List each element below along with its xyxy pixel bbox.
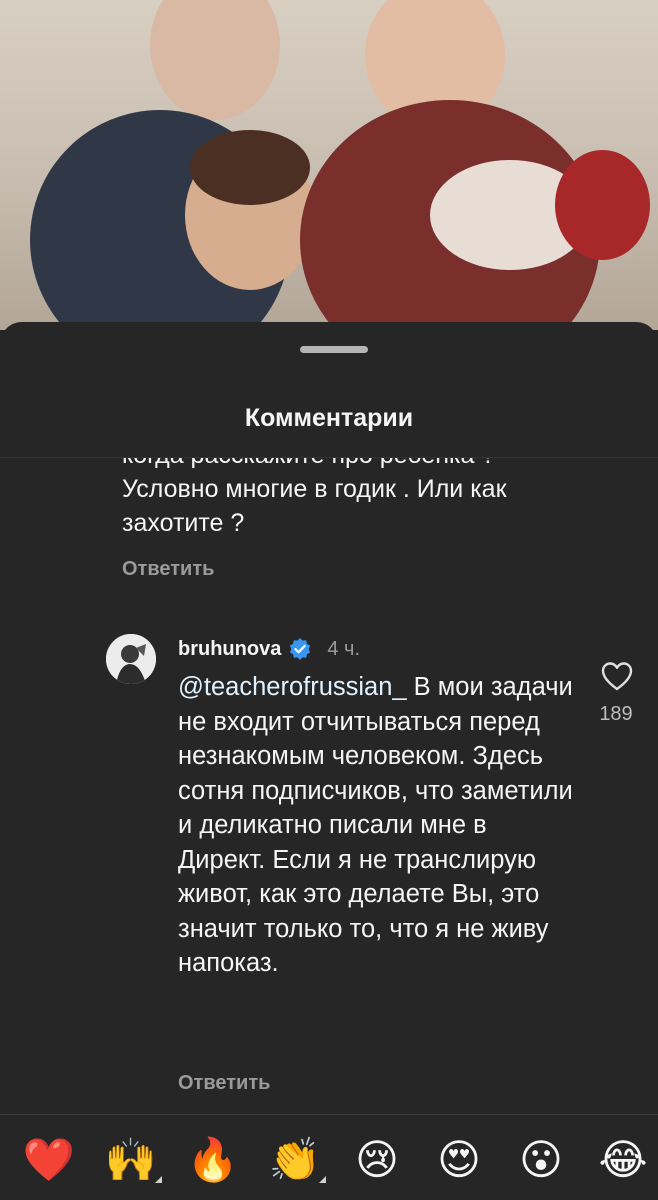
reply-button[interactable]: Ответить bbox=[178, 1072, 270, 1095]
emoji-reaction-bar: ❤️ 🙌 🔥 👏 😢 😍 😮 😂 bbox=[0, 1115, 658, 1200]
raising-hands-emoji[interactable]: 🙌 bbox=[104, 1133, 162, 1187]
fire-emoji[interactable]: 🔥 bbox=[186, 1133, 240, 1187]
surprised-face-emoji[interactable]: 😮 bbox=[514, 1133, 568, 1187]
like-count: 189 bbox=[599, 703, 633, 725]
comment-list[interactable]: когда расскажите про ребенка ? Условно м… bbox=[0, 458, 658, 1114]
username[interactable]: bruhunova bbox=[178, 638, 281, 661]
comments-sheet: Комментарии когда расскажите про ребенка… bbox=[0, 322, 658, 1200]
post-photo bbox=[0, 0, 658, 330]
heart-icon[interactable] bbox=[600, 660, 634, 692]
previous-comment-text: когда расскажите про ребенка ? Условно м… bbox=[122, 458, 507, 537]
comment-time: 4 ч. bbox=[327, 637, 360, 660]
comment-meta: bruhunova 4 ч. bbox=[178, 636, 360, 662]
sheet-title: Комментарии bbox=[244, 404, 414, 432]
drag-handle[interactable] bbox=[300, 346, 368, 353]
tears-of-joy-emoji[interactable]: 😂 bbox=[596, 1133, 650, 1187]
avatar[interactable] bbox=[106, 634, 156, 684]
mention-link[interactable]: @teacherofrussian_ bbox=[178, 673, 407, 701]
heart-eyes-emoji[interactable]: 😍 bbox=[432, 1133, 486, 1187]
heart-emoji[interactable]: ❤️ bbox=[22, 1133, 76, 1187]
clapping-hands-emoji[interactable]: 👏 bbox=[268, 1133, 326, 1187]
previous-reply-button[interactable]: Ответить bbox=[122, 558, 214, 581]
comment-body-text: В мои задачи не входит отчитываться пере… bbox=[178, 673, 573, 977]
crying-face-emoji[interactable]: 😢 bbox=[350, 1133, 404, 1187]
comment-text: @teacherofrussian_ В мои задачи не входи… bbox=[178, 670, 578, 981]
verified-badge-icon bbox=[290, 638, 311, 660]
